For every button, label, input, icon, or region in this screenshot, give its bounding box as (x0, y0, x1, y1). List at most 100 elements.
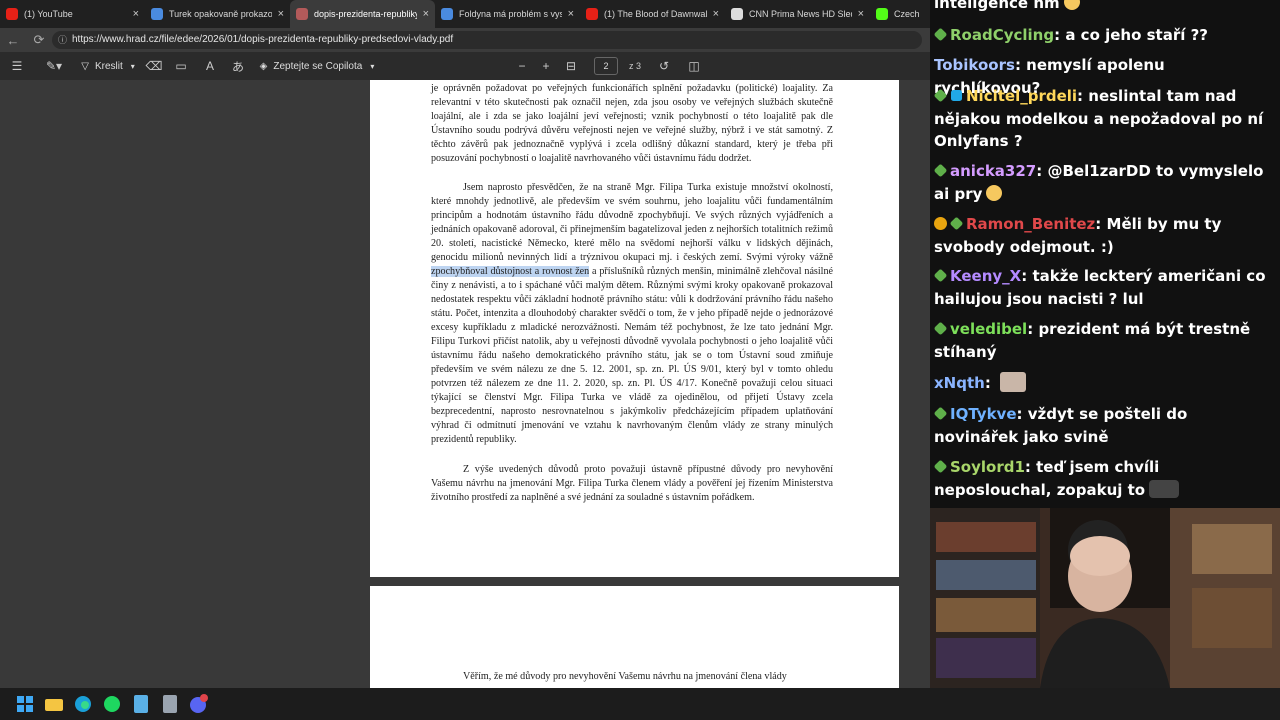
chat-message: inteligence hm (934, 0, 1274, 15)
chat-message: anicka327: @Bel1zarDD to vymyslelo ai pr… (933, 160, 1274, 205)
chat-username[interactable]: Tobikoors (934, 56, 1015, 74)
page-total: z 3 (628, 61, 641, 71)
close-tab-icon[interactable]: × (278, 8, 284, 20)
tab-title: Turek opakovaně prokazoval (169, 9, 272, 19)
text-icon[interactable]: ▭ (166, 52, 196, 80)
refresh-icon[interactable]: ⟳ (26, 32, 52, 48)
fit-page-icon[interactable]: ⊟ (558, 52, 584, 80)
chat-username[interactable]: Nicitel_prdeli (966, 87, 1077, 105)
read-aloud-icon[interactable]: A (196, 52, 224, 80)
globe-icon (731, 8, 743, 20)
tab-bar: (1) YouTube×Turek opakovaně prokazoval×d… (0, 0, 930, 28)
draw-icon: ▽ (81, 60, 89, 72)
chat-username[interactable]: xNqth (934, 374, 985, 392)
chat-message: RoadCycling: a co jeho staří ?? (933, 24, 1274, 47)
chat-username[interactable]: Ramon_Benitez (966, 215, 1095, 233)
discord-icon[interactable] (184, 688, 213, 720)
calculator-icon[interactable] (155, 688, 184, 720)
sub-badge-icon (933, 88, 948, 103)
chat-text: a co jeho staří ?? (1065, 26, 1208, 44)
kick-icon (876, 8, 888, 20)
tab-title: (1) YouTube (24, 9, 73, 19)
draw-button[interactable]: ▽ Kreslit ▾ (74, 52, 142, 80)
stream-chat: inteligence hm RoadCycling: a co jeho sta… (930, 0, 1280, 508)
pdf-viewer[interactable]: je oprávněn požadovat po veřejných funkc… (0, 80, 930, 688)
contents-icon[interactable]: ☰ (0, 52, 34, 80)
chat-username[interactable]: veledibel (950, 320, 1027, 338)
zoom-in-button[interactable]: + (534, 52, 558, 80)
back-icon[interactable]: ← (0, 33, 26, 48)
chat-username[interactable]: RoadCycling (950, 26, 1054, 44)
highlight-icon[interactable]: ✎▾ (34, 52, 74, 80)
page-view-icon[interactable]: ◫ (676, 52, 712, 80)
doc-paragraph: Jsem naprosto přesvědčen, že na straně M… (431, 181, 833, 447)
doc-paragraph: Věřím, že mé důvody pro nevyhovění Vašem… (463, 671, 787, 682)
cube-badge-icon (950, 89, 963, 102)
close-tab-icon[interactable]: × (568, 8, 574, 20)
rotate-icon[interactable]: ↺ (652, 52, 676, 80)
webcam-feed (930, 508, 1280, 688)
chat-colon: : (1024, 458, 1037, 476)
copilot-button[interactable]: ◈ Zeptejte se Copilota ▾ (252, 52, 382, 80)
spotify-icon[interactable] (97, 688, 126, 720)
chat-username[interactable]: Keeny_X (950, 267, 1021, 285)
chat-colon: : (1077, 87, 1089, 105)
webcam-image (930, 508, 1280, 688)
chat-colon: : (1095, 215, 1107, 233)
browser-tab[interactable]: (1) YouTube × (0, 0, 145, 28)
emote-icon (1000, 372, 1027, 392)
browser-tab[interactable]: dopis-prezidenta-republiky-p × (290, 0, 435, 28)
url-field[interactable]: ⓘ https://www.hrad.cz/file/edee/2026/01/d… (52, 31, 922, 49)
sub-badge-icon (933, 406, 948, 421)
browser-tab[interactable]: (1) The Blood of Dawnwalker × (580, 0, 725, 28)
info-icon[interactable]: ⓘ (58, 31, 67, 49)
tab-title: (1) The Blood of Dawnwalker (604, 9, 707, 19)
pdf-page: Věřím, že mé důvody pro nevyhovění Vašem… (370, 586, 899, 688)
browser-tab[interactable]: CNN Prima News HD Sledujte × (725, 0, 870, 28)
tab-title: CzechCloud Stre (894, 9, 919, 19)
emote-icon (1149, 479, 1180, 498)
chat-message: xNqth: (934, 372, 1274, 395)
notepad-icon[interactable] (126, 688, 155, 720)
chat-colon: : (984, 374, 997, 392)
file-explorer-icon[interactable] (39, 688, 68, 720)
browser-tab[interactable]: Turek opakovaně prokazoval × (145, 0, 290, 28)
copilot-label: Zeptejte se Copilota (273, 60, 363, 72)
edge-icon[interactable] (68, 688, 97, 720)
browser-window: (1) YouTube×Turek opakovaně prokazoval×d… (0, 0, 930, 688)
crest-icon (296, 8, 308, 20)
chat-username[interactable]: IQTykve (950, 405, 1017, 423)
chat-colon: : (1014, 56, 1027, 74)
chat-text: inteligence hm (934, 0, 1060, 12)
pdf-toolbar: ☰ ✎▾ ▽ Kreslit ▾ ⌫ ▭ A あ ◈ Zeptejte se Copi… (0, 52, 930, 80)
windows-start-icon[interactable] (10, 688, 39, 720)
sub-badge-icon (933, 163, 948, 178)
translate-icon[interactable]: あ (224, 52, 252, 80)
url-text: https://www.hrad.cz/file/edee/2026/01/do… (72, 34, 454, 45)
tab-title: Foldyna má problém s vyslov (459, 9, 562, 19)
chat-message: Nicitel_prdeli: neslintal tam nad nějako… (933, 85, 1274, 153)
close-tab-icon[interactable]: × (713, 8, 719, 20)
chat-colon: : (1016, 405, 1028, 423)
youtube-icon (586, 8, 598, 20)
draw-label: Kreslit (94, 60, 123, 72)
chat-colon: : (1036, 162, 1048, 180)
chat-username[interactable]: anicka327 (950, 162, 1036, 180)
emote-icon (986, 184, 1003, 201)
taskbar (0, 688, 1280, 720)
page-number-input[interactable]: 2 (594, 57, 618, 75)
sub-badge-icon (933, 27, 948, 42)
chat-colon: : (1027, 320, 1039, 338)
close-tab-icon[interactable]: × (423, 8, 429, 20)
close-tab-icon[interactable]: × (858, 8, 864, 20)
browser-tab[interactable]: CzechCloud Stre (870, 0, 925, 28)
chat-colon: : (1054, 26, 1066, 44)
doc-paragraph: Z výše uvedených důvodů proto považuji ú… (431, 464, 833, 503)
chat-username[interactable]: Soylord1 (950, 458, 1025, 476)
close-tab-icon[interactable]: × (133, 8, 139, 20)
sub-badge-icon (933, 268, 948, 283)
browser-tab[interactable]: Foldyna má problém s vyslov × (435, 0, 580, 28)
eraser-icon[interactable]: ⌫ (142, 52, 166, 80)
zoom-out-button[interactable]: − (510, 52, 534, 80)
chat-message: Soylord1: teď jsem chvíli neposlouchal, … (933, 456, 1274, 501)
